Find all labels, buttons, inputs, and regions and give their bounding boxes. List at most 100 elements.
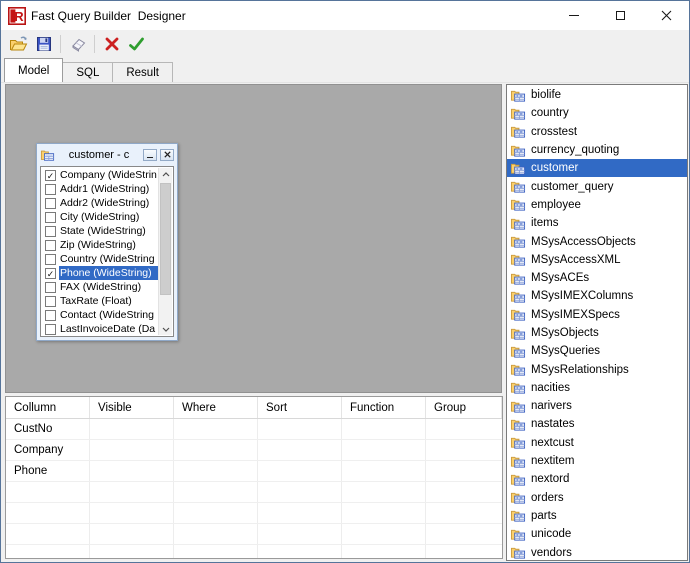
field-window-minimize-button[interactable]	[143, 148, 157, 161]
cancel-button[interactable]	[99, 32, 124, 56]
grid-cell[interactable]	[90, 503, 174, 523]
scroll-thumb[interactable]	[160, 183, 171, 295]
grid-cell[interactable]	[90, 419, 174, 439]
table-item[interactable]: parts	[507, 507, 687, 525]
field-list-scrollbar[interactable]	[158, 168, 172, 335]
grid-cell[interactable]	[342, 503, 426, 523]
grid-cell[interactable]	[426, 545, 502, 558]
field-checkbox[interactable]	[45, 183, 56, 195]
grid-cell-column[interactable]	[6, 482, 90, 502]
table-item[interactable]: narivers	[507, 397, 687, 415]
table-item[interactable]: vendors	[507, 543, 687, 560]
field-checkbox[interactable]	[45, 309, 56, 321]
table-item[interactable]: MSysAccessObjects	[507, 232, 687, 250]
field-checkbox[interactable]: ✓	[45, 169, 56, 181]
grid-cell[interactable]	[90, 482, 174, 502]
grid-cell[interactable]	[426, 461, 502, 481]
ok-button[interactable]	[124, 32, 149, 56]
field-checkbox[interactable]	[45, 253, 56, 265]
field-checkbox[interactable]	[45, 295, 56, 307]
maximize-button[interactable]	[597, 1, 643, 30]
table-item[interactable]: items	[507, 214, 687, 232]
grid-cell[interactable]	[258, 482, 342, 502]
table-item[interactable]: nextord	[507, 470, 687, 488]
table-item[interactable]: MSysObjects	[507, 324, 687, 342]
field-checkbox[interactable]	[45, 323, 56, 335]
grid-cell[interactable]	[426, 482, 502, 502]
grid-cell[interactable]	[90, 461, 174, 481]
grid-cell-column[interactable]: Phone	[6, 461, 90, 481]
field-row[interactable]: Zip (WideString)	[42, 238, 158, 252]
grid-cell-column[interactable]	[6, 524, 90, 544]
table-item[interactable]: MSysQueries	[507, 342, 687, 360]
table-item[interactable]: MSysIMEXSpecs	[507, 306, 687, 324]
grid-cell[interactable]	[258, 419, 342, 439]
table-item[interactable]: crosstest	[507, 123, 687, 141]
grid-cell[interactable]	[174, 419, 258, 439]
table-item[interactable]: MSysRelationships	[507, 360, 687, 378]
table-item[interactable]: nextcust	[507, 434, 687, 452]
grid-cell[interactable]	[174, 545, 258, 558]
grid-cell[interactable]	[90, 440, 174, 460]
field-checkbox[interactable]: ✓	[45, 267, 56, 279]
grid-cell[interactable]	[174, 461, 258, 481]
table-item[interactable]: nacities	[507, 379, 687, 397]
table-item[interactable]: employee	[507, 196, 687, 214]
tab-model[interactable]: Model	[4, 58, 64, 82]
table-item[interactable]: MSysAccessXML	[507, 251, 687, 269]
grid-cell[interactable]	[426, 419, 502, 439]
tab-sql[interactable]: SQL	[62, 62, 114, 82]
grid-cell[interactable]	[174, 482, 258, 502]
save-button[interactable]	[31, 32, 56, 56]
tab-result[interactable]: Result	[112, 62, 173, 82]
grid-cell[interactable]	[426, 440, 502, 460]
grid-cell[interactable]	[258, 503, 342, 523]
field-row[interactable]: ✓ Phone (WideString)	[42, 266, 158, 280]
grid-cell[interactable]	[342, 419, 426, 439]
grid-cell[interactable]	[342, 461, 426, 481]
field-row[interactable]: Addr1 (WideString)	[42, 182, 158, 196]
minimize-button[interactable]	[551, 1, 597, 30]
grid-cell[interactable]	[342, 545, 426, 558]
grid-cell[interactable]	[342, 482, 426, 502]
grid-cell[interactable]	[342, 524, 426, 544]
field-row[interactable]: FAX (WideString)	[42, 280, 158, 294]
table-item[interactable]: currency_quoting	[507, 141, 687, 159]
grid-cell[interactable]	[174, 524, 258, 544]
table-item[interactable]: orders	[507, 489, 687, 507]
table-item[interactable]: biolife	[507, 86, 687, 104]
grid-cell-column[interactable]	[6, 503, 90, 523]
grid-cell-column[interactable]: Company	[6, 440, 90, 460]
table-item[interactable]: MSysACEs	[507, 269, 687, 287]
grid-cell[interactable]	[258, 545, 342, 558]
grid-cell[interactable]	[90, 524, 174, 544]
grid-cell-column[interactable]: CustNo	[6, 419, 90, 439]
grid-cell[interactable]	[258, 461, 342, 481]
grid-cell[interactable]	[258, 440, 342, 460]
field-checkbox[interactable]	[45, 281, 56, 293]
field-window-titlebar[interactable]: customer - c	[37, 144, 177, 165]
grid-cell[interactable]	[258, 524, 342, 544]
field-window-close-button[interactable]	[160, 148, 174, 161]
close-button[interactable]	[643, 1, 689, 30]
table-item[interactable]: nastates	[507, 415, 687, 433]
field-row[interactable]: ✓ Company (WideStrin	[42, 168, 158, 182]
field-row[interactable]: Country (WideString	[42, 252, 158, 266]
field-row[interactable]: State (WideString)	[42, 224, 158, 238]
table-item[interactable]: unicode	[507, 525, 687, 543]
field-row[interactable]: City (WideString)	[42, 210, 158, 224]
table-item[interactable]: nextitem	[507, 452, 687, 470]
grid-cell[interactable]	[90, 545, 174, 558]
scroll-down-arrow[interactable]	[159, 323, 172, 335]
field-row[interactable]: TaxRate (Float)	[42, 294, 158, 308]
grid-cell[interactable]	[174, 503, 258, 523]
field-checkbox[interactable]	[45, 239, 56, 251]
grid-cell[interactable]	[174, 440, 258, 460]
table-item[interactable]: MSysIMEXColumns	[507, 287, 687, 305]
field-row[interactable]: Addr2 (WideString)	[42, 196, 158, 210]
field-checkbox[interactable]	[45, 225, 56, 237]
grid-cell-column[interactable]	[6, 545, 90, 558]
open-file-button[interactable]	[6, 32, 31, 56]
scroll-up-arrow[interactable]	[159, 168, 172, 180]
table-item[interactable]: customer_query	[507, 177, 687, 195]
